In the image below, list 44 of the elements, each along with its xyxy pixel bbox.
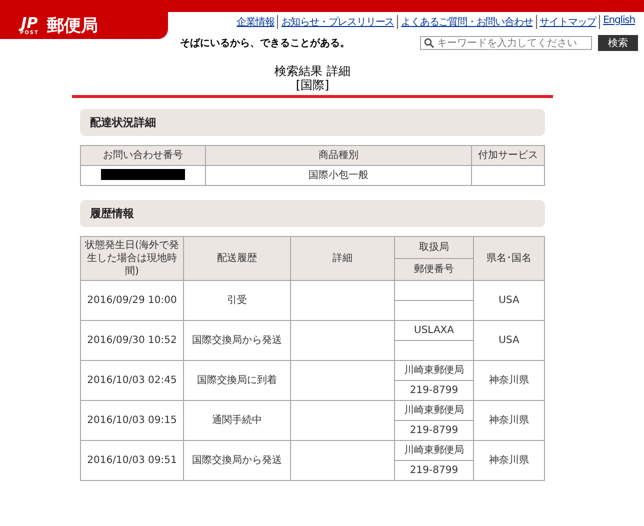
- table-cell: 国際交換局から発送: [184, 440, 290, 480]
- table-cell: 神奈川県: [474, 400, 544, 440]
- table-cell: 国際小包一般: [206, 166, 472, 186]
- column-header: 付加サービス: [472, 146, 544, 166]
- page-subtitle: [国際]: [294, 78, 330, 92]
- column-header: 郵便番号: [394, 258, 474, 280]
- section-heading: 配達状況詳細: [80, 109, 545, 136]
- table-cell: 2016/09/29 10:00: [80, 280, 184, 320]
- search-field[interactable]: キーワードを入力してください: [420, 36, 592, 50]
- column-header: お問い合わせ番号: [80, 146, 206, 166]
- header-link[interactable]: お知らせ・プレスリリース: [277, 15, 398, 29]
- header-link[interactable]: 企業情報: [234, 15, 278, 29]
- search-button[interactable]: 検索: [598, 35, 638, 51]
- header-link[interactable]: English: [599, 15, 638, 29]
- table-cell: 2016/10/03 09:15: [80, 400, 184, 440]
- site-name[interactable]: 郵便局: [46, 14, 98, 37]
- column-header: 配送履歴: [184, 236, 290, 280]
- table-cell: 引受: [184, 280, 290, 320]
- table-cell: 国際交換局に到着: [184, 360, 290, 400]
- column-header: 商品種別: [206, 146, 472, 166]
- table-cell: 川崎東郵便局: [394, 360, 474, 380]
- table-cell: 2016/10/03 02:45: [80, 360, 184, 400]
- table-cell: 2016/10/03 09:51: [80, 440, 184, 480]
- tagline: そばにいるから、できることがある。: [180, 37, 350, 50]
- logo-mark[interactable]: JP: [21, 16, 38, 30]
- header-link[interactable]: サイトマップ: [536, 15, 600, 29]
- table-cell: USA: [474, 320, 544, 360]
- search-icon: [424, 38, 434, 48]
- column-header: 県名･国名: [474, 236, 544, 280]
- column-header: 詳細: [290, 236, 394, 280]
- page-title: 検索結果 詳細: [274, 64, 352, 78]
- table-cell: 川崎東郵便局: [394, 440, 474, 460]
- section-heading: 履歴情報: [80, 200, 545, 227]
- column-header: 状態発生日(海外で発生した場合は現地時間): [80, 236, 184, 280]
- header-link[interactable]: よくあるご質問・お問い合わせ: [397, 15, 536, 29]
- table-cell: 通関手続中: [184, 400, 290, 440]
- table-cell: 神奈川県: [474, 360, 544, 400]
- table-cell: 川崎東郵便局: [394, 400, 474, 420]
- column-header: 取扱局: [394, 236, 474, 258]
- table-cell: 国際交換局から発送: [184, 320, 290, 360]
- table-cell: 神奈川県: [474, 440, 544, 480]
- table-cell: USA: [474, 280, 544, 320]
- table-cell: USLAXA: [394, 320, 474, 340]
- table-cell: 2016/09/30 10:52: [80, 320, 184, 360]
